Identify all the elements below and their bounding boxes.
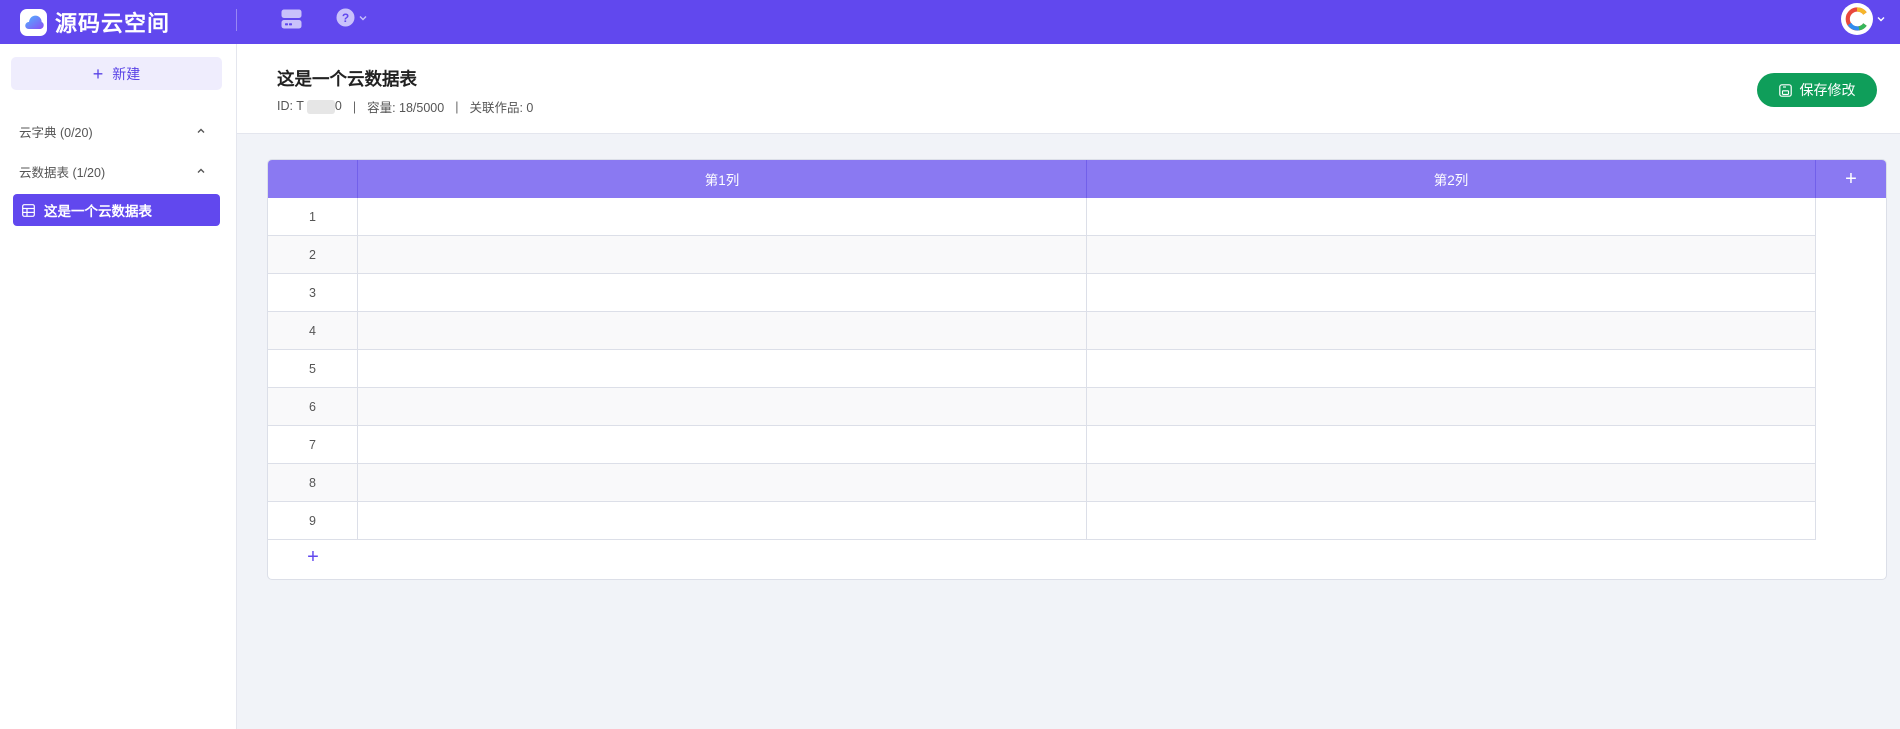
table-row: 8 — [268, 464, 1816, 502]
table-cell[interactable] — [358, 464, 1087, 501]
row-index-header — [268, 160, 358, 198]
table-cell[interactable] — [358, 274, 1087, 311]
save-button[interactable]: 保存修改 — [1757, 73, 1877, 107]
table-row: 4 — [268, 312, 1816, 350]
new-button-label: 新建 — [112, 65, 141, 82]
chevron-down-icon — [359, 15, 367, 20]
sidebar-item-label: 这是一个云数据表 — [44, 204, 152, 219]
group-cloud-datatable[interactable]: 云数据表 (1/20) — [19, 161, 209, 181]
table-cell[interactable] — [1087, 274, 1816, 311]
table-cell[interactable] — [358, 502, 1087, 539]
topbar-divider — [236, 9, 237, 31]
save-button-label: 保存修改 — [1799, 82, 1856, 98]
chevron-up-icon[interactable] — [193, 123, 209, 139]
row-index: 5 — [268, 350, 358, 387]
sidebar-item-datatable[interactable]: 这是一个云数据表 — [13, 194, 220, 226]
table-row: 9 — [268, 502, 1816, 540]
meta-separator: | — [455, 99, 459, 114]
user-menu[interactable] — [1841, 3, 1886, 35]
table-cell[interactable] — [1087, 312, 1816, 349]
table-cell[interactable] — [358, 312, 1087, 349]
table-meta: ID: T0 | 容量: 18/5000 | 关联作品: 0 — [277, 97, 533, 116]
table-body: 123456789 — [268, 198, 1816, 540]
avatar[interactable] — [1841, 3, 1873, 35]
server-icon[interactable] — [281, 8, 302, 29]
table-cell[interactable] — [1087, 236, 1816, 273]
top-bar: 源码云空间 ? — [0, 0, 1900, 44]
table-id: ID: T0 — [277, 99, 342, 114]
meta-separator: | — [352, 99, 357, 114]
row-index: 2 — [268, 236, 358, 273]
svg-text:?: ? — [342, 11, 349, 25]
chevron-up-icon[interactable] — [193, 163, 209, 179]
page-header: 这是一个云数据表 ID: T0 | 容量: 18/5000 | 关联作品: 0 … — [237, 44, 1900, 134]
linked-works: 关联作品: 0 — [469, 101, 534, 115]
table-cell[interactable] — [1087, 426, 1816, 463]
sidebar: + 新建 云字典 (0/20) 云数据表 (1/20) 这是一个云数据表 — [0, 44, 237, 729]
cloud-logo-icon — [20, 8, 47, 36]
column-header-2[interactable]: 第2列 — [1087, 160, 1816, 198]
table-row: 3 — [268, 274, 1816, 312]
add-column-button[interactable]: + — [1816, 160, 1886, 198]
user-avatar-icon — [1845, 7, 1867, 31]
row-index: 9 — [268, 502, 358, 539]
data-table: 第1列 第2列 + 123456789 + — [267, 159, 1887, 580]
table-cell[interactable] — [358, 198, 1087, 235]
app-logo[interactable]: 源码云空间 — [20, 6, 170, 38]
plus-icon: + — [92, 63, 104, 84]
group-label: 云字典 (0/20) — [19, 125, 93, 140]
table-row: 2 — [268, 236, 1816, 274]
table-header: 第1列 第2列 + — [268, 160, 1886, 198]
help-menu[interactable]: ? — [336, 8, 368, 27]
table-cell[interactable] — [1087, 464, 1816, 501]
table-icon — [22, 203, 35, 217]
redacted-id — [306, 99, 335, 114]
column-header-1[interactable]: 第1列 — [358, 160, 1087, 198]
table-cell[interactable] — [358, 350, 1087, 387]
group-label: 云数据表 (1/20) — [19, 165, 106, 180]
table-cell[interactable] — [358, 236, 1087, 273]
chevron-down-icon — [1877, 17, 1885, 22]
capacity: 容量: 18/5000 — [367, 101, 445, 115]
group-cloud-dictionary[interactable]: 云字典 (0/20) — [19, 121, 209, 141]
table-cell[interactable] — [1087, 198, 1816, 235]
row-index: 8 — [268, 464, 358, 501]
row-index: 7 — [268, 426, 358, 463]
table-row: 1 — [268, 198, 1816, 236]
table-cell[interactable] — [1087, 502, 1816, 539]
table-cell[interactable] — [1087, 350, 1816, 387]
table-cell[interactable] — [358, 388, 1087, 425]
help-icon: ? — [336, 8, 355, 27]
row-index: 6 — [268, 388, 358, 425]
save-icon — [1778, 83, 1792, 97]
row-index: 1 — [268, 198, 358, 235]
row-index: 4 — [268, 312, 358, 349]
table-cell[interactable] — [1087, 388, 1816, 425]
page-title: 这是一个云数据表 — [277, 69, 417, 89]
app-name: 源码云空间 — [55, 11, 171, 36]
table-row: 5 — [268, 350, 1816, 388]
row-index: 3 — [268, 274, 358, 311]
table-row: 7 — [268, 426, 1816, 464]
new-button[interactable]: + 新建 — [11, 57, 222, 90]
add-row-button[interactable]: + — [296, 542, 330, 572]
table-row: 6 — [268, 388, 1816, 426]
table-cell[interactable] — [358, 426, 1087, 463]
